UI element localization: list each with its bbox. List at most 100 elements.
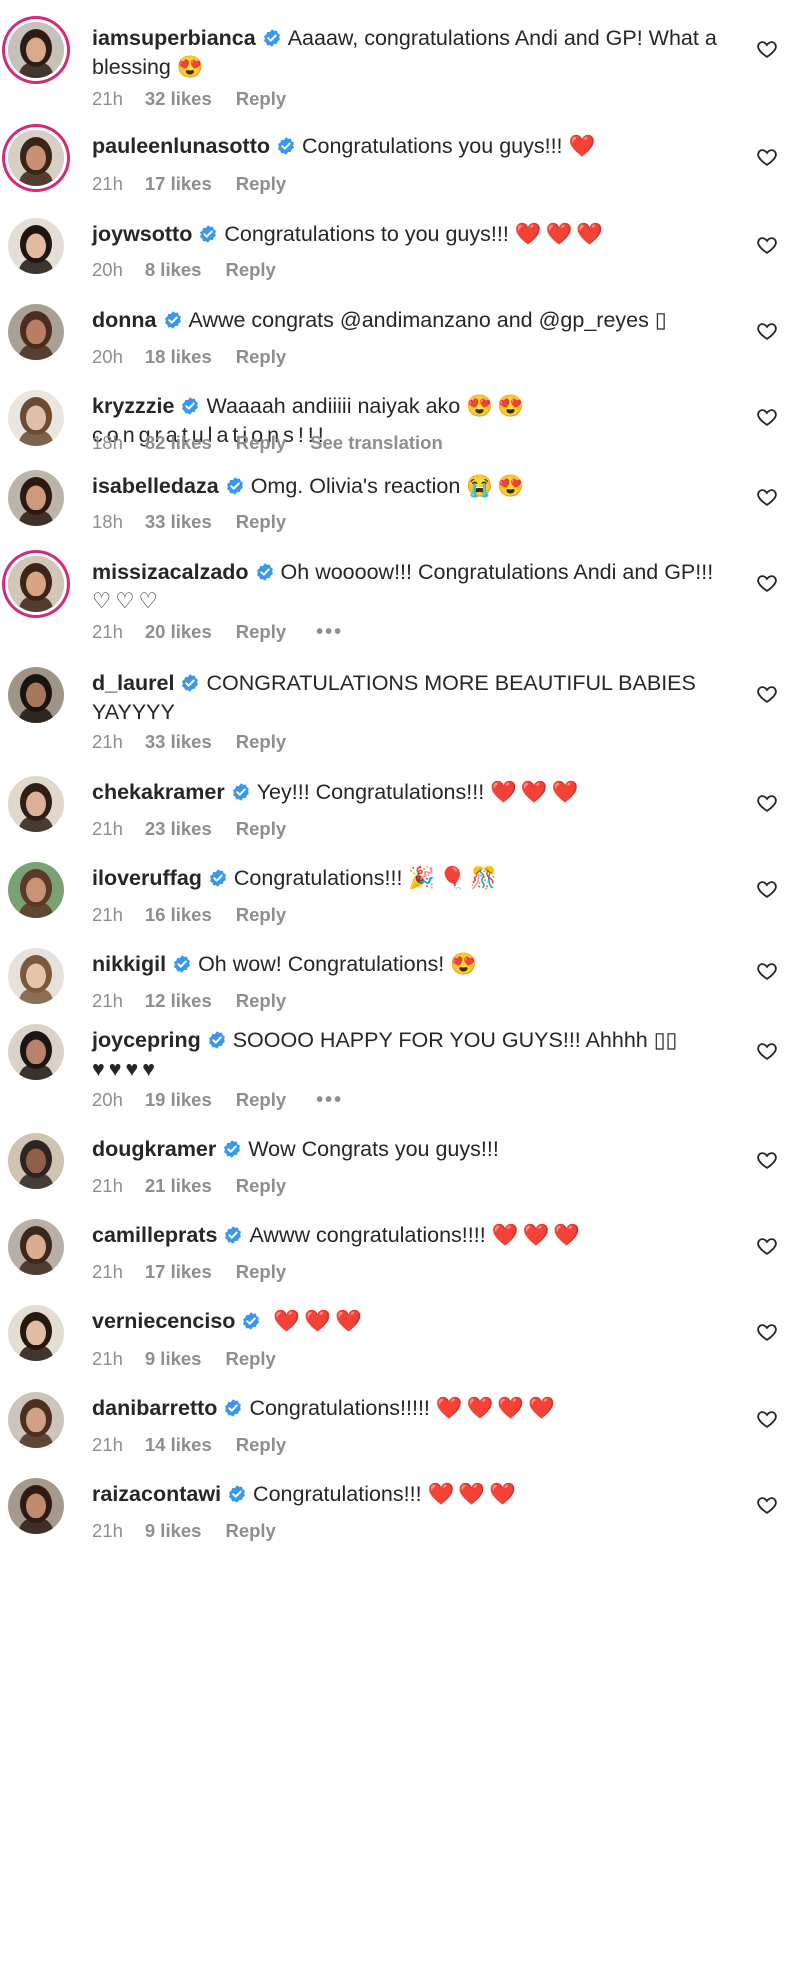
reply-button[interactable]: Reply (236, 431, 286, 455)
comment-text: Congratulations!!!!! (249, 1396, 430, 1420)
username-link[interactable]: iloveruffag (92, 866, 202, 890)
reply-button[interactable]: Reply (236, 87, 286, 111)
avatar[interactable] (8, 1305, 64, 1361)
avatar[interactable] (8, 130, 64, 186)
heart-icon[interactable] (756, 960, 778, 982)
avatar[interactable] (8, 470, 64, 526)
likes-count[interactable]: 9 likes (145, 1347, 202, 1371)
likes-count[interactable]: 12 likes (145, 989, 212, 1013)
reply-button[interactable]: Reply (236, 620, 286, 644)
likes-count[interactable]: 8 likes (145, 258, 202, 282)
username-link[interactable]: chekakramer (92, 780, 225, 804)
verified-badge-icon (180, 396, 200, 416)
reply-button[interactable]: Reply (236, 817, 286, 841)
likes-count[interactable]: 33 likes (145, 730, 212, 754)
avatar[interactable] (8, 22, 64, 78)
timestamp: 21h (92, 1175, 123, 1196)
comment-body: iamsuperbianca Aaaaw, congratulations And… (92, 24, 732, 82)
comment-body: missizacalzado Oh woooow!!! Congratulatio… (92, 558, 732, 616)
timestamp: 21h (92, 173, 123, 194)
username-link[interactable]: iamsuperbianca (92, 26, 256, 50)
reply-button[interactable]: Reply (236, 345, 286, 369)
heart-icon[interactable] (756, 1149, 778, 1171)
heart-icon[interactable] (756, 38, 778, 60)
likes-count[interactable]: 20 likes (145, 620, 212, 644)
likes-count[interactable]: 33 likes (145, 510, 212, 534)
likes-count[interactable]: 17 likes (145, 1260, 212, 1284)
comment-emoji: ▯ (654, 308, 671, 332)
see-translation-link[interactable]: See translation (310, 431, 443, 455)
username-link[interactable]: joycepring (92, 1028, 201, 1052)
comment-body: verniecenciso ❤️❤️❤️ (92, 1307, 732, 1336)
username-link[interactable]: danibarretto (92, 1396, 217, 1420)
heart-icon[interactable] (756, 1235, 778, 1257)
reply-button[interactable]: Reply (236, 730, 286, 754)
reply-button[interactable]: Reply (225, 258, 275, 282)
username-link[interactable]: isabelledaza (92, 474, 219, 498)
avatar[interactable] (8, 556, 64, 612)
timestamp: 21h (92, 1520, 123, 1541)
reply-button[interactable]: Reply (236, 172, 286, 196)
avatar[interactable] (8, 862, 64, 918)
username-link[interactable]: raizacontawi (92, 1482, 221, 1506)
timestamp: 18h (92, 432, 123, 453)
username-link[interactable]: missizacalzado (92, 560, 249, 584)
likes-count[interactable]: 16 likes (145, 903, 212, 927)
avatar[interactable] (8, 304, 64, 360)
avatar[interactable] (8, 1024, 64, 1080)
likes-count[interactable]: 17 likes (145, 172, 212, 196)
avatar[interactable] (8, 1478, 64, 1534)
username-link[interactable]: camilleprats (92, 1223, 217, 1247)
likes-count[interactable]: 21 likes (145, 1174, 212, 1198)
username-link[interactable]: pauleenlunasotto (92, 134, 270, 158)
heart-icon[interactable] (756, 486, 778, 508)
avatar[interactable] (8, 218, 64, 274)
likes-count[interactable]: 23 likes (145, 817, 212, 841)
heart-icon[interactable] (756, 406, 778, 428)
more-options-icon[interactable]: ••• (316, 620, 343, 644)
avatar[interactable] (8, 667, 64, 723)
heart-icon[interactable] (756, 1321, 778, 1343)
comment-body: joywsotto Congratulations to you guys!!! … (92, 220, 732, 249)
heart-icon[interactable] (756, 572, 778, 594)
reply-button[interactable]: Reply (236, 1433, 286, 1457)
reply-button[interactable]: Reply (236, 1088, 286, 1112)
username-link[interactable]: donna (92, 308, 157, 332)
heart-icon[interactable] (756, 1494, 778, 1516)
reply-button[interactable]: Reply (236, 989, 286, 1013)
avatar[interactable] (8, 948, 64, 1004)
likes-count[interactable]: 82 likes (145, 431, 212, 455)
likes-count[interactable]: 19 likes (145, 1088, 212, 1112)
heart-icon[interactable] (756, 1040, 778, 1062)
reply-button[interactable]: Reply (236, 510, 286, 534)
reply-button[interactable]: Reply (236, 903, 286, 927)
heart-icon[interactable] (756, 320, 778, 342)
avatar[interactable] (8, 1392, 64, 1448)
heart-icon[interactable] (756, 792, 778, 814)
avatar[interactable] (8, 1133, 64, 1189)
reply-button[interactable]: Reply (236, 1260, 286, 1284)
likes-count[interactable]: 32 likes (145, 87, 212, 111)
reply-button[interactable]: Reply (236, 1174, 286, 1198)
likes-count[interactable]: 18 likes (145, 345, 212, 369)
username-link[interactable]: joywsotto (92, 222, 192, 246)
heart-icon[interactable] (756, 234, 778, 256)
avatar[interactable] (8, 390, 64, 446)
username-link[interactable]: d_laurel (92, 671, 174, 695)
avatar[interactable] (8, 776, 64, 832)
reply-button[interactable]: Reply (225, 1519, 275, 1543)
heart-icon[interactable] (756, 683, 778, 705)
heart-icon[interactable] (756, 1408, 778, 1430)
likes-count[interactable]: 9 likes (145, 1519, 202, 1543)
username-link[interactable]: nikkigil (92, 952, 166, 976)
username-link[interactable]: kryzzzie (92, 394, 174, 418)
likes-count[interactable]: 14 likes (145, 1433, 212, 1457)
reply-button[interactable]: Reply (225, 1347, 275, 1371)
username-link[interactable]: dougkramer (92, 1137, 216, 1161)
comment-meta: 21h 9 likes Reply (92, 1519, 752, 1543)
more-options-icon[interactable]: ••• (316, 1088, 343, 1112)
avatar[interactable] (8, 1219, 64, 1275)
username-link[interactable]: verniecenciso (92, 1309, 235, 1333)
heart-icon[interactable] (756, 146, 778, 168)
heart-icon[interactable] (756, 878, 778, 900)
